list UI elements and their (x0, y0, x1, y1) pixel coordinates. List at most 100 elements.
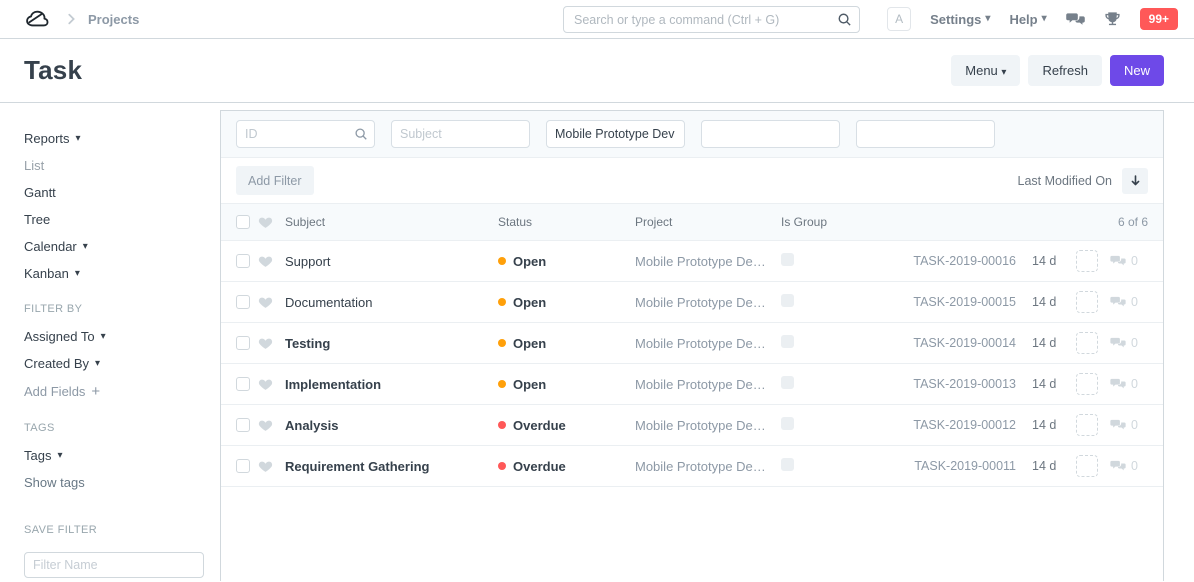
new-button[interactable]: New (1110, 55, 1164, 86)
breadcrumb[interactable]: Projects (88, 12, 139, 27)
row-task-id: TASK-2019-00015 (898, 295, 1016, 309)
status-label: Overdue (513, 418, 566, 433)
help-label: Help (1009, 12, 1037, 27)
created-by-filter[interactable]: Created By▾ (24, 356, 204, 371)
sidebar-item-list[interactable]: List (24, 158, 204, 173)
heart-icon[interactable] (258, 336, 273, 350)
heart-icon[interactable] (258, 459, 273, 473)
row-checkbox[interactable] (236, 377, 250, 391)
heart-icon[interactable] (258, 418, 273, 432)
app-logo-icon[interactable] (24, 8, 54, 30)
global-search-input[interactable] (563, 6, 860, 33)
trophy-icon[interactable] (1104, 11, 1121, 28)
comment-count: 0 (1131, 295, 1138, 309)
chevron-down-icon: ▾ (95, 359, 100, 369)
sort-field-label[interactable]: Last Modified On (1018, 174, 1113, 188)
heart-icon[interactable] (258, 254, 273, 268)
project-filter-input[interactable] (546, 120, 685, 148)
status-dot (498, 380, 506, 388)
tags-dropdown[interactable]: Tags▾ (24, 448, 204, 463)
row-project-link[interactable]: Mobile Prototype De… (635, 254, 781, 269)
breadcrumb-chevron-icon (64, 12, 78, 26)
assignee-placeholder[interactable] (1076, 291, 1098, 313)
assignee-placeholder[interactable] (1076, 414, 1098, 436)
table-row[interactable]: Requirement Gathering Overdue Mobile Pro… (221, 446, 1163, 487)
table-row[interactable]: Analysis Overdue Mobile Prototype De… TA… (221, 405, 1163, 446)
chevron-down-icon: ▾ (57, 451, 62, 461)
row-modified: 14 d (1032, 295, 1066, 309)
comment-count: 0 (1131, 377, 1138, 391)
assignee-placeholder[interactable] (1076, 250, 1098, 272)
header-subject[interactable]: Subject (285, 215, 498, 229)
sidebar-item-kanban[interactable]: Kanban▾ (24, 266, 204, 281)
chat-icon[interactable] (1066, 11, 1085, 28)
status-label: Open (513, 377, 546, 392)
row-project-link[interactable]: Mobile Prototype De… (635, 418, 781, 433)
subject-filter-input[interactable] (391, 120, 530, 148)
row-checkbox[interactable] (236, 418, 250, 432)
row-project-link[interactable]: Mobile Prototype De… (635, 377, 781, 392)
arrow-down-icon (1129, 174, 1142, 187)
header-is-group[interactable]: Is Group (781, 215, 871, 229)
sort-direction-button[interactable] (1122, 168, 1148, 194)
row-checkbox[interactable] (236, 295, 250, 309)
table-row[interactable]: Testing Open Mobile Prototype De… TASK-2… (221, 323, 1163, 364)
row-subject[interactable]: Analysis (285, 418, 498, 433)
status-label: Open (513, 254, 546, 269)
settings-menu[interactable]: Settings ▾ (930, 12, 990, 27)
row-checkbox[interactable] (236, 254, 250, 268)
row-task-id: TASK-2019-00011 (898, 459, 1016, 473)
header-status[interactable]: Status (498, 215, 635, 229)
search-icon (354, 127, 368, 146)
table-row[interactable]: Implementation Open Mobile Prototype De…… (221, 364, 1163, 405)
row-status: Overdue (498, 459, 635, 474)
add-filter-button[interactable]: Add Filter (236, 166, 314, 195)
menu-button[interactable]: Menu ▾ (951, 55, 1020, 86)
help-menu[interactable]: Help ▾ (1009, 12, 1046, 27)
row-subject[interactable]: Implementation (285, 377, 498, 392)
add-fields-button[interactable]: Add Fields+ (24, 383, 204, 400)
assignee-placeholder[interactable] (1076, 455, 1098, 477)
heart-icon[interactable] (258, 295, 273, 309)
show-tags-toggle[interactable]: Show tags (24, 475, 204, 490)
row-checkbox[interactable] (236, 459, 250, 473)
notifications-badge[interactable]: 99+ (1140, 8, 1178, 30)
save-filter-heading: SAVE FILTER (24, 524, 204, 536)
row-status: Open (498, 377, 635, 392)
sidebar-item-gantt[interactable]: Gantt (24, 185, 204, 200)
row-subject[interactable]: Support (285, 254, 498, 269)
assigned-to-filter[interactable]: Assigned To▾ (24, 329, 204, 344)
select-all-checkbox[interactable] (236, 215, 250, 229)
avatar[interactable]: A (887, 7, 911, 31)
row-subject[interactable]: Requirement Gathering (285, 459, 498, 474)
row-checkbox[interactable] (236, 336, 250, 350)
filter-name-input[interactable] (24, 552, 204, 578)
assignee-placeholder[interactable] (1076, 373, 1098, 395)
chevron-down-icon: ▾ (83, 242, 88, 252)
sidebar-item-tree[interactable]: Tree (24, 212, 204, 227)
row-subject[interactable]: Testing (285, 336, 498, 351)
table-row[interactable]: Documentation Open Mobile Prototype De… … (221, 282, 1163, 323)
settings-label: Settings (930, 12, 981, 27)
comment-count: 0 (1131, 418, 1138, 432)
row-project-link[interactable]: Mobile Prototype De… (635, 459, 781, 474)
row-project-link[interactable]: Mobile Prototype De… (635, 336, 781, 351)
assignee-placeholder[interactable] (1076, 332, 1098, 354)
table-row[interactable]: Support Open Mobile Prototype De… TASK-2… (221, 241, 1163, 282)
comment-icon (1110, 336, 1126, 350)
row-comments: 0 (1110, 418, 1148, 432)
heart-icon[interactable] (258, 377, 273, 391)
filter-input-4-field[interactable] (701, 120, 840, 148)
result-count[interactable]: 6 of 6 (1118, 215, 1148, 229)
refresh-button[interactable]: Refresh (1028, 55, 1102, 86)
header-project[interactable]: Project (635, 215, 781, 229)
global-search[interactable] (563, 6, 860, 33)
sidebar-item-reports[interactable]: Reports▾ (24, 131, 204, 146)
filter-input-5-field[interactable] (856, 120, 995, 148)
is-group-checkbox (781, 417, 794, 430)
row-modified: 14 d (1032, 336, 1066, 350)
row-project-link[interactable]: Mobile Prototype De… (635, 295, 781, 310)
sidebar-item-calendar[interactable]: Calendar▾ (24, 239, 204, 254)
table-header-row: Subject Status Project Is Group 6 of 6 (221, 203, 1163, 241)
row-subject[interactable]: Documentation (285, 295, 498, 310)
